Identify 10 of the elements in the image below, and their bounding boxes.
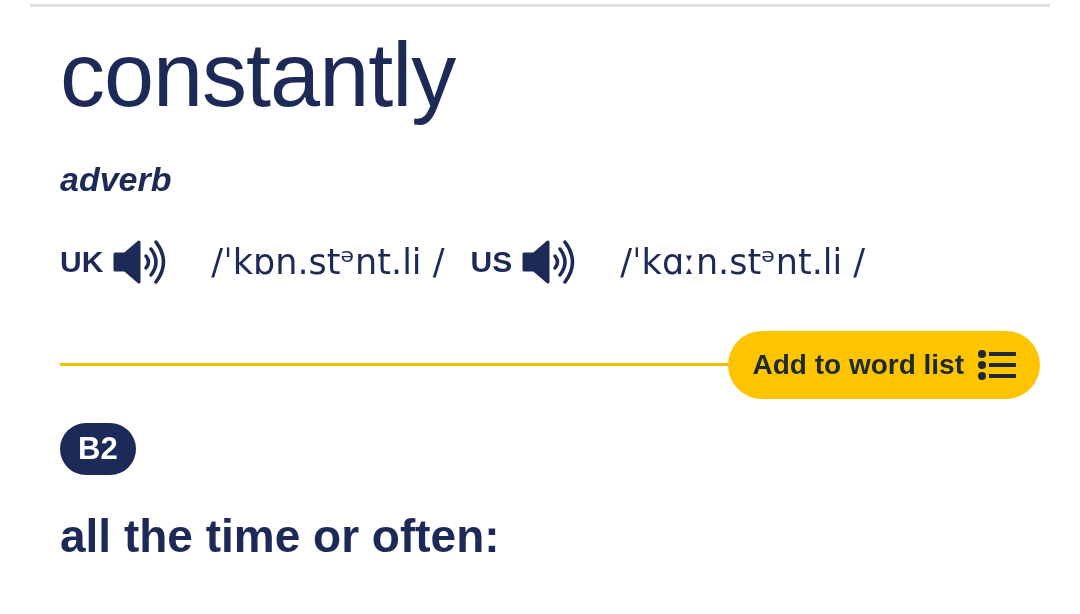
headword: constantly [60,24,456,127]
part-of-speech: adverb [60,159,173,199]
region-label: UK [60,244,104,279]
list-icon [978,349,1016,380]
pronunciation-text: /ˈkɒn.stᵊnt.li / [211,241,445,282]
add-to-word-list-button[interactable]: Add to word list [728,330,1040,399]
level-badge: B2 [60,422,136,475]
region-label: US [470,244,513,279]
pronunciation-text: /ˈkɑːn.stᵊnt.li / [620,241,866,282]
definition-text: all the time or often: [60,508,501,563]
